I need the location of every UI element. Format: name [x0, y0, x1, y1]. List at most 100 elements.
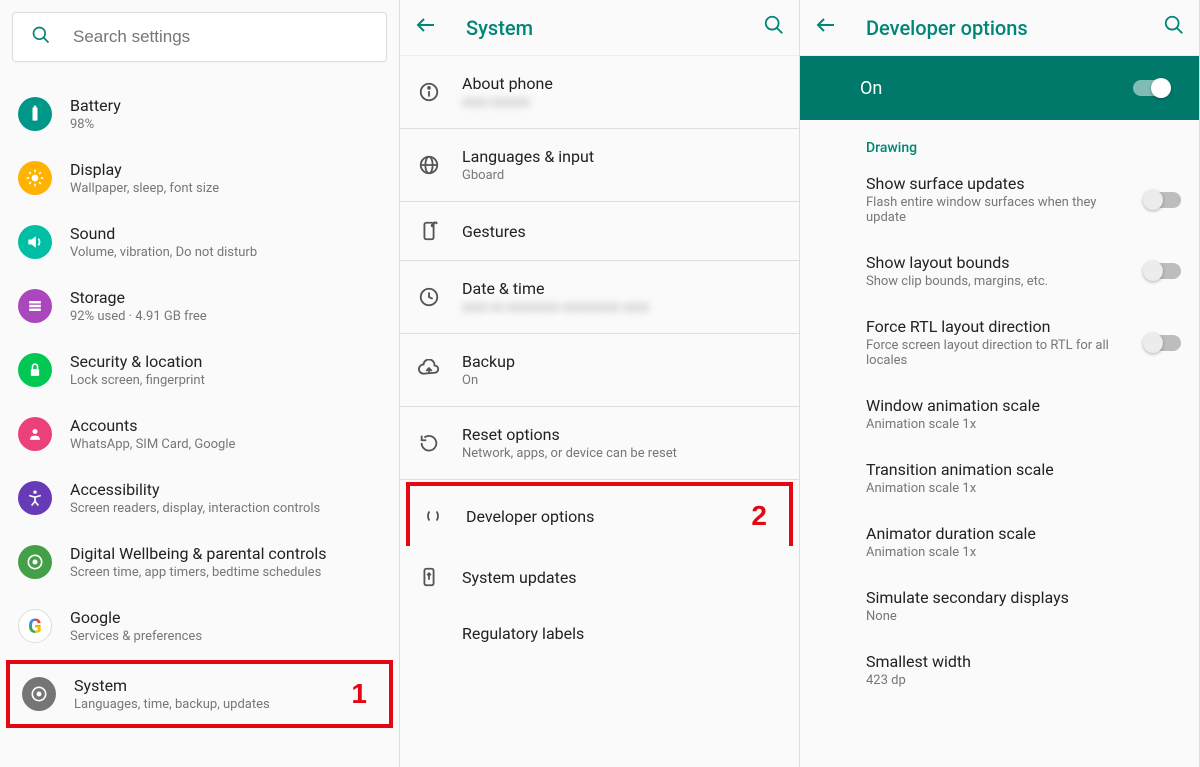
sub: None [866, 609, 1126, 624]
updates-icon [418, 566, 462, 588]
master-toggle-row[interactable]: On [800, 56, 1199, 120]
settings-item-system[interactable]: System Languages, time, backup, updates … [6, 660, 393, 728]
label: Storage [70, 288, 207, 307]
info-icon [418, 81, 462, 103]
label: System [74, 676, 270, 695]
clock-icon [418, 286, 462, 308]
sub: xxxx xxxxxx [462, 95, 553, 110]
system-item-developer[interactable]: Developer options 2 [406, 482, 793, 546]
highlight-number-1: 1 [351, 678, 377, 710]
gestures-icon [418, 220, 462, 242]
settings-list: Battery 98% Display Wallpaper, sleep, fo… [0, 74, 399, 728]
section-drawing: Drawing [800, 120, 1199, 160]
sub: Wallpaper, sleep, font size [70, 181, 219, 196]
label: Battery [70, 96, 121, 115]
label: Window animation scale [866, 396, 1181, 415]
search-input[interactable] [73, 27, 368, 47]
label: Transition animation scale [866, 460, 1181, 479]
back-icon[interactable] [414, 13, 438, 43]
sub: Languages, time, backup, updates [74, 697, 270, 712]
sub: Gboard [462, 168, 594, 183]
highlight-number-2: 2 [751, 500, 777, 532]
settings-item-storage[interactable]: Storage 92% used · 4.91 GB free [0, 274, 399, 338]
sub: On [462, 373, 515, 388]
sound-icon [18, 225, 52, 259]
accounts-icon [18, 417, 52, 451]
label: Security & location [70, 352, 205, 371]
search-settings[interactable] [12, 12, 387, 62]
system-item-regulatory[interactable]: Regulatory labels [400, 606, 799, 661]
label: Display [70, 160, 219, 179]
sub: Flash entire window surfaces when they u… [866, 195, 1126, 225]
search-icon[interactable] [1163, 14, 1185, 41]
developer-panel: Developer options On Drawing Show surfac… [800, 0, 1200, 767]
label: Smallest width [866, 652, 1181, 671]
toggle-switch[interactable] [1145, 335, 1181, 351]
settings-panel: Battery 98% Display Wallpaper, sleep, fo… [0, 0, 400, 767]
sub: Services & preferences [70, 629, 202, 644]
reset-icon [418, 432, 462, 454]
display-icon [18, 161, 52, 195]
dev-item-surface-updates[interactable]: Show surface updates Flash entire window… [800, 160, 1199, 239]
toggle-switch[interactable] [1145, 192, 1181, 208]
label: Reset options [462, 425, 677, 444]
google-icon: G [18, 609, 52, 643]
page-title: System [466, 16, 763, 40]
label: Show layout bounds [866, 253, 1137, 272]
label: Accessibility [70, 480, 320, 499]
system-item-gestures[interactable]: Gestures [400, 202, 799, 261]
label: Sound [70, 224, 257, 243]
master-toggle-switch[interactable] [1133, 80, 1169, 96]
settings-item-display[interactable]: Display Wallpaper, sleep, font size [0, 146, 399, 210]
dev-item-animator-duration[interactable]: Animator duration scale Animation scale … [800, 510, 1199, 574]
backup-icon [418, 359, 462, 381]
dev-item-force-rtl[interactable]: Force RTL layout direction Force screen … [800, 303, 1199, 382]
system-item-about[interactable]: About phone xxxx xxxxxx [400, 56, 799, 129]
system-item-updates[interactable]: System updates [400, 548, 799, 606]
label: Force RTL layout direction [866, 317, 1137, 336]
system-item-languages[interactable]: Languages & input Gboard [400, 129, 799, 202]
dev-item-transition-animation[interactable]: Transition animation scale Animation sca… [800, 446, 1199, 510]
system-icon [22, 677, 56, 711]
label: About phone [462, 74, 553, 93]
dev-item-secondary-displays[interactable]: Simulate secondary displays None [800, 574, 1199, 638]
label: Date & time [462, 279, 649, 298]
settings-item-sound[interactable]: Sound Volume, vibration, Do not disturb [0, 210, 399, 274]
sub: 423 dp [866, 673, 1126, 688]
sub: Animation scale 1x [866, 481, 1126, 496]
settings-item-wellbeing[interactable]: Digital Wellbeing & parental controls Sc… [0, 530, 399, 594]
label: Backup [462, 352, 515, 371]
sub: Animation scale 1x [866, 417, 1126, 432]
settings-item-accessibility[interactable]: Accessibility Screen readers, display, i… [0, 466, 399, 530]
settings-item-google[interactable]: G Google Services & preferences [0, 594, 399, 658]
settings-item-battery[interactable]: Battery 98% [0, 82, 399, 146]
storage-icon [18, 289, 52, 323]
globe-icon [418, 154, 462, 176]
dev-item-window-animation[interactable]: Window animation scale Animation scale 1… [800, 382, 1199, 446]
system-item-reset[interactable]: Reset options Network, apps, or device c… [400, 407, 799, 480]
sub: WhatsApp, SIM Card, Google [70, 437, 235, 452]
label: Regulatory labels [462, 624, 584, 643]
developer-icon [422, 505, 466, 527]
label: Animator duration scale [866, 524, 1181, 543]
header: System [400, 0, 799, 56]
wellbeing-icon [18, 545, 52, 579]
back-icon[interactable] [814, 13, 838, 43]
label: Gestures [462, 222, 526, 241]
accessibility-icon [18, 481, 52, 515]
system-item-backup[interactable]: Backup On [400, 334, 799, 407]
search-icon[interactable] [763, 14, 785, 41]
page-title: Developer options [866, 16, 1163, 40]
label: Developer options [466, 507, 594, 526]
settings-item-security[interactable]: Security & location Lock screen, fingerp… [0, 338, 399, 402]
system-item-datetime[interactable]: Date & time xxxx xx xxxxxxxx xxxxxxxxx x… [400, 261, 799, 334]
header: Developer options [800, 0, 1199, 56]
security-icon [18, 353, 52, 387]
toggle-switch[interactable] [1145, 263, 1181, 279]
label: Accounts [70, 416, 235, 435]
search-icon [31, 25, 51, 50]
dev-item-smallest-width[interactable]: Smallest width 423 dp [800, 638, 1199, 702]
sub: Network, apps, or device can be reset [462, 446, 677, 461]
dev-item-layout-bounds[interactable]: Show layout bounds Show clip bounds, mar… [800, 239, 1199, 303]
settings-item-accounts[interactable]: Accounts WhatsApp, SIM Card, Google [0, 402, 399, 466]
